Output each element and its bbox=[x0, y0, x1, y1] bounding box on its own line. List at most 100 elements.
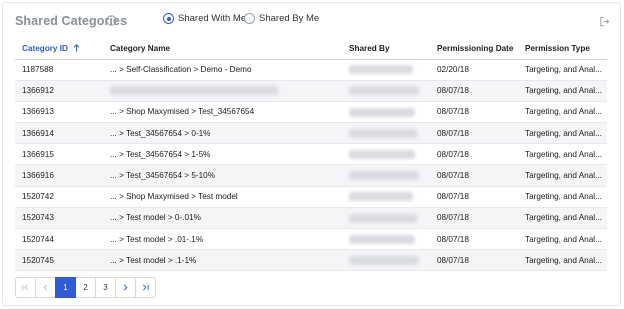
cell-category-id: 1520745 bbox=[15, 249, 103, 272]
cell-category-name: ... > Test_34567654 > 5-10% bbox=[103, 164, 342, 187]
sort-ascending-icon bbox=[73, 44, 80, 52]
redacted-text bbox=[349, 107, 415, 117]
cell-category-id: 1366912 bbox=[15, 80, 103, 102]
radio-checked-icon bbox=[163, 13, 174, 24]
cell-category-id: 1366913 bbox=[15, 101, 103, 124]
table-row[interactable]: 1520744... > Test model > .01-.1% 08/07/1… bbox=[15, 228, 607, 251]
cell-permissioning-date: 08/07/18 bbox=[430, 80, 518, 102]
cell-permissioning-date: 08/07/18 bbox=[430, 207, 518, 230]
export-icon[interactable] bbox=[599, 16, 610, 27]
table-row[interactable]: 1366915... > Test_34567654 > 1-5% 08/07/1… bbox=[15, 143, 607, 166]
cell-shared-by bbox=[342, 101, 430, 124]
cell-category-name: ... > Shop Maxymised > Test_34567654 bbox=[103, 101, 342, 124]
cell-category-name: ... > Shop Maxymised > Test model bbox=[103, 186, 342, 208]
cell-permission-type: Targeting, and Anal... bbox=[518, 249, 607, 272]
radio-unchecked-icon bbox=[244, 13, 255, 24]
cell-category-name: ... > Test_34567654 > 1-5% bbox=[103, 143, 342, 166]
cell-shared-by bbox=[342, 122, 430, 145]
redacted-text bbox=[349, 128, 417, 138]
cell-shared-by bbox=[342, 207, 430, 230]
cell-permission-type: Targeting, and Anal... bbox=[518, 186, 607, 208]
cell-shared-by bbox=[342, 249, 430, 272]
cell-category-id: 1520743 bbox=[15, 207, 103, 230]
table-row[interactable]: 1366913... > Shop Maxymised > Test_34567… bbox=[15, 101, 607, 124]
cell-permission-type: Targeting, and Anal... bbox=[518, 101, 607, 124]
pagination: 1 2 3 bbox=[15, 277, 156, 298]
column-label: Category ID bbox=[22, 44, 68, 54]
radio-shared-with-me[interactable]: Shared With Me bbox=[163, 13, 246, 24]
redacted-text bbox=[349, 234, 415, 244]
cell-category-id: 1187588 bbox=[15, 59, 103, 81]
redacted-text bbox=[349, 86, 419, 96]
cell-permissioning-date: 08/07/18 bbox=[430, 249, 518, 272]
cell-category-name: ... > Test_34567654 > 0-1% bbox=[103, 122, 342, 145]
radio-label: Shared With Me bbox=[178, 13, 247, 24]
previous-page-button[interactable] bbox=[35, 277, 56, 298]
table-row[interactable]: 1366914... > Test_34567654 > 0-1% 08/07/1… bbox=[15, 122, 607, 145]
cell-category-name bbox=[103, 80, 342, 102]
cell-category-name: ... > Self-Classification > Demo - Demo bbox=[103, 59, 342, 81]
cell-shared-by bbox=[342, 186, 430, 208]
last-page-button[interactable] bbox=[135, 277, 156, 298]
page-button-2[interactable]: 2 bbox=[75, 277, 96, 298]
redacted-text bbox=[349, 213, 417, 223]
info-icon[interactable] bbox=[106, 15, 117, 26]
radio-label: Shared By Me bbox=[259, 13, 320, 24]
cell-category-id: 1366914 bbox=[15, 122, 103, 145]
redacted-text bbox=[110, 86, 278, 96]
cell-shared-by bbox=[342, 143, 430, 166]
cell-permissioning-date: 08/07/18 bbox=[430, 164, 518, 187]
table-row[interactable]: 1520745... > Test model > .1-1% 08/07/18 T… bbox=[15, 249, 607, 272]
cell-category-id: 1520742 bbox=[15, 186, 103, 208]
cell-permission-type: Targeting, and Anal... bbox=[518, 143, 607, 166]
shared-categories-panel: Shared Categories Shared With Me Shared … bbox=[2, 2, 621, 306]
column-header-permissioning-date[interactable]: Permissioning Date bbox=[430, 39, 518, 60]
cell-category-id: 1520744 bbox=[15, 228, 103, 251]
chevron-right-icon bbox=[123, 284, 128, 291]
redacted-text bbox=[349, 171, 419, 181]
redacted-text bbox=[349, 192, 413, 202]
cell-permission-type: Targeting, and Anal... bbox=[518, 207, 607, 230]
cell-permission-type: Targeting, and Anal... bbox=[518, 228, 607, 251]
page-button-3[interactable]: 3 bbox=[95, 277, 116, 298]
cell-permission-type: Targeting, and Anal... bbox=[518, 122, 607, 145]
cell-shared-by bbox=[342, 59, 430, 81]
cell-permissioning-date: 08/07/18 bbox=[430, 186, 518, 208]
column-header-category-id[interactable]: Category ID bbox=[15, 39, 103, 60]
cell-shared-by bbox=[342, 80, 430, 102]
redacted-text bbox=[349, 65, 413, 75]
cell-permission-type: Targeting, and Anal... bbox=[518, 80, 607, 102]
table-row[interactable]: 1366916... > Test_34567654 > 5-10% 08/07/… bbox=[15, 164, 607, 187]
cell-shared-by bbox=[342, 228, 430, 251]
table-row[interactable]: 1187588... > Self-Classification > Demo … bbox=[15, 59, 607, 81]
first-page-button[interactable] bbox=[15, 277, 36, 298]
redacted-text bbox=[349, 255, 419, 265]
cell-permissioning-date: 08/07/18 bbox=[430, 143, 518, 166]
column-header-shared-by[interactable]: Shared By bbox=[342, 39, 430, 60]
cell-category-name: ... > Test model > .1-1% bbox=[103, 249, 342, 272]
cell-category-id: 1366915 bbox=[15, 143, 103, 166]
cell-permission-type: Targeting, and Anal... bbox=[518, 59, 607, 81]
cell-permissioning-date: 08/07/18 bbox=[430, 122, 518, 145]
column-header-category-name[interactable]: Category Name bbox=[103, 39, 342, 60]
page-button-1[interactable]: 1 bbox=[55, 277, 76, 298]
chevron-left-icon bbox=[43, 284, 48, 291]
next-page-button[interactable] bbox=[115, 277, 136, 298]
first-page-icon bbox=[22, 284, 29, 291]
cell-permissioning-date: 08/07/18 bbox=[430, 101, 518, 124]
cell-permissioning-date: 02/20/18 bbox=[430, 59, 518, 81]
cell-permissioning-date: 08/07/18 bbox=[430, 228, 518, 251]
redacted-text bbox=[349, 150, 415, 159]
cell-shared-by bbox=[342, 164, 430, 187]
table-header-row: Category ID Category Name Shared By Perm… bbox=[15, 39, 607, 60]
table-row[interactable]: 1520742... > Shop Maxymised > Test model… bbox=[15, 186, 607, 208]
cell-category-name: ... > Test model > 0-.01% bbox=[103, 207, 342, 230]
cell-category-id: 1366916 bbox=[15, 164, 103, 187]
radio-shared-by-me[interactable]: Shared By Me bbox=[244, 13, 319, 24]
column-header-permission-type[interactable]: Permission Type bbox=[518, 39, 607, 60]
cell-category-name: ... > Test model > .01-.1% bbox=[103, 228, 342, 251]
categories-table: Category ID Category Name Shared By Perm… bbox=[15, 39, 607, 272]
table-row[interactable]: 1366912 08/07/18 Targeting, and Anal... bbox=[15, 80, 607, 102]
table-row[interactable]: 1520743... > Test model > 0-.01% 08/07/18… bbox=[15, 207, 607, 230]
last-page-icon bbox=[142, 284, 149, 291]
